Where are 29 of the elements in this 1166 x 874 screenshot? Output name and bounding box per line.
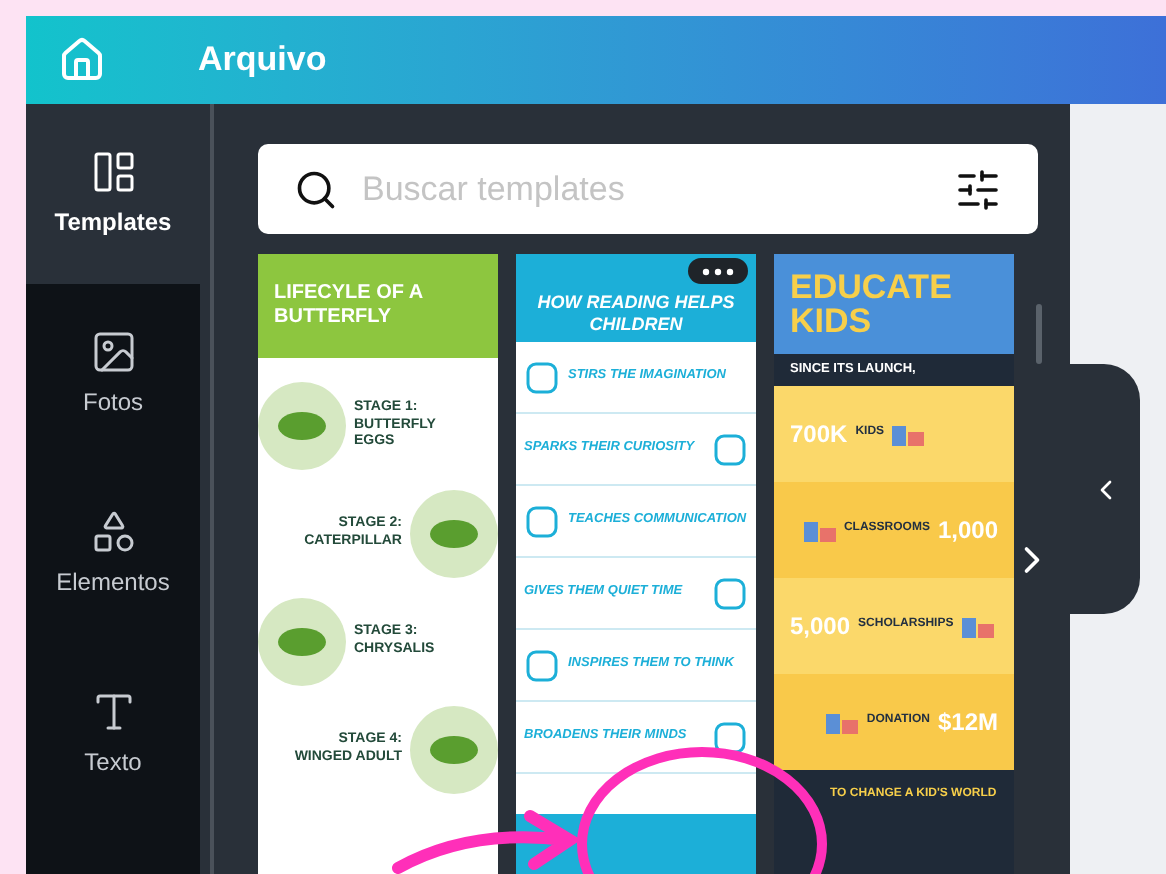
- stage-illustration-drawing: [410, 490, 498, 578]
- image-icon: [89, 328, 137, 376]
- template-title: HOW READING HELPS CHILDREN: [535, 291, 737, 336]
- header-title: Arquivo: [198, 38, 327, 83]
- stage-illustration-drawing: [410, 706, 498, 794]
- search-icon: [294, 167, 338, 211]
- template-title: EDUCATE KIDS: [790, 270, 950, 338]
- stat-value: $12M: [937, 705, 998, 740]
- shapes-icon: [89, 508, 137, 556]
- stat-illustration-drawing: [826, 709, 859, 734]
- template-title: LIFECYLE OF A BUTTERFLY: [274, 281, 425, 331]
- more-icon: [702, 267, 734, 275]
- home-icon: [58, 36, 106, 84]
- stat-illustration-drawing: [961, 613, 994, 638]
- stat-value: 5,000: [790, 609, 851, 644]
- stage-illustration-drawing: [258, 382, 346, 470]
- filter-icon: [954, 165, 1002, 213]
- collapse-panel-button[interactable]: [1070, 364, 1140, 614]
- stat-illustration-drawing: [892, 421, 925, 446]
- search-field[interactable]: Buscar templates: [362, 163, 930, 215]
- layout-icon: [89, 148, 137, 196]
- search-bar[interactable]: Buscar templates: [258, 144, 1038, 234]
- scrollbar-thumb: [1036, 304, 1042, 364]
- stage-illustration-drawing: [258, 598, 346, 686]
- sidebar-tab[interactable]: Templates: [26, 104, 200, 284]
- stat-illustration-drawing: [803, 517, 836, 542]
- stat-value: 1,000: [937, 513, 998, 548]
- more-options-button[interactable]: [688, 258, 748, 284]
- stat-value: 700K: [790, 417, 848, 452]
